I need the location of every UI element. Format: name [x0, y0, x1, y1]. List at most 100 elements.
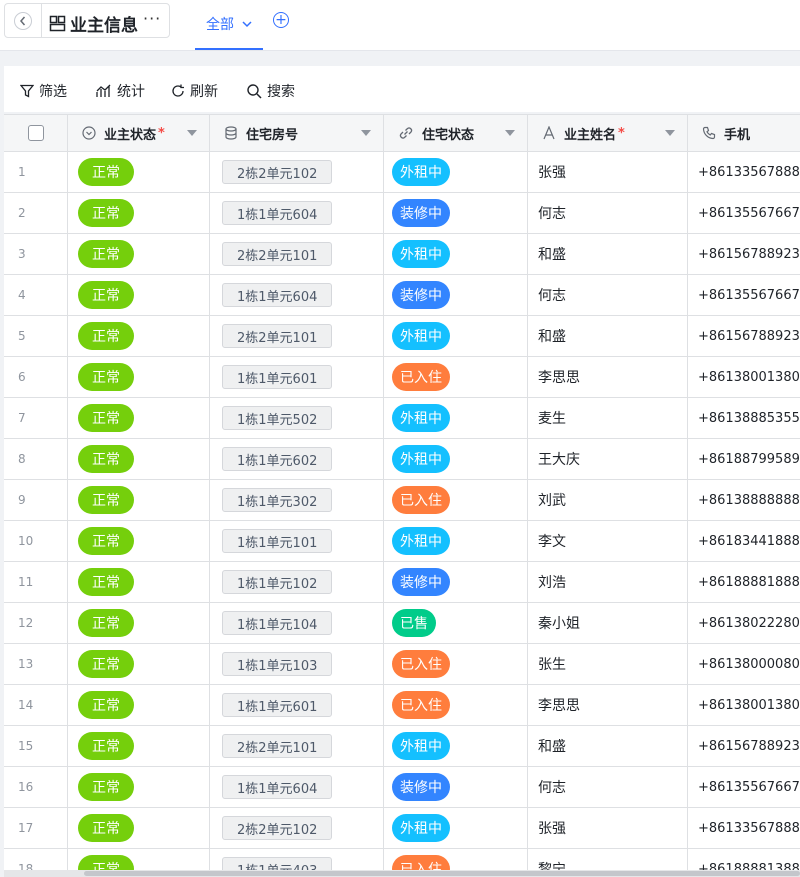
owner-name-cell[interactable]: 何志 — [528, 193, 688, 233]
house-status-cell[interactable]: 装修中 — [384, 562, 528, 602]
house-status-cell[interactable]: 外租中 — [384, 316, 528, 356]
house-status-cell[interactable]: 装修中 — [384, 767, 528, 807]
back-button[interactable] — [5, 4, 42, 37]
table-row[interactable]: 6 正常 1栋1单元601 已入住 李思思 +8613800138000 — [4, 357, 800, 398]
owner-name-cell[interactable]: 刘浩 — [528, 562, 688, 602]
house-status-cell[interactable]: 已入住 — [384, 685, 528, 725]
phone-cell[interactable]: +8618344188888 — [688, 521, 800, 561]
room-number-cell[interactable]: 1栋1单元101 — [210, 521, 384, 561]
column-header[interactable]: 手机 — [688, 115, 800, 151]
table-row[interactable]: 3 正常 2栋2单元101 外租中 和盛 +8615678892351 — [4, 234, 800, 275]
caret-down-icon[interactable] — [505, 130, 515, 136]
owner-name-cell[interactable]: 张强 — [528, 808, 688, 848]
room-number-cell[interactable]: 1栋1单元102 — [210, 562, 384, 602]
table-row[interactable]: 15 正常 2栋2单元101 外租中 和盛 +8615678892351 — [4, 726, 800, 767]
owner-name-cell[interactable]: 和盛 — [528, 316, 688, 356]
owner-name-cell[interactable]: 李文 — [528, 521, 688, 561]
house-status-cell[interactable]: 外租中 — [384, 808, 528, 848]
caret-down-icon[interactable] — [665, 130, 675, 136]
owner-status-cell[interactable]: 正常 — [68, 152, 210, 192]
room-number-cell[interactable]: 2栋2单元102 — [210, 152, 384, 192]
stats-button[interactable]: 统计 — [96, 81, 145, 101]
table-row[interactable]: 2 正常 1栋1单元604 装修中 何志 +8613556766777 — [4, 193, 800, 234]
room-number-cell[interactable]: 1栋1单元103 — [210, 644, 384, 684]
owner-status-cell[interactable]: 正常 — [68, 275, 210, 315]
column-header[interactable]: 业主姓名 * — [528, 115, 688, 151]
table-row[interactable]: 9 正常 1栋1单元302 已入住 刘武 +8613888888888 — [4, 480, 800, 521]
room-number-cell[interactable]: 2栋2单元101 — [210, 726, 384, 766]
column-header[interactable]: 住宅状态 — [384, 115, 528, 151]
owner-name-cell[interactable]: 何志 — [528, 275, 688, 315]
owner-name-cell[interactable]: 和盛 — [528, 726, 688, 766]
house-status-cell[interactable]: 外租中 — [384, 234, 528, 274]
owner-name-cell[interactable]: 麦生 — [528, 398, 688, 438]
table-row[interactable]: 17 正常 2栋2单元102 外租中 张强 +8613356788899 — [4, 808, 800, 849]
house-status-cell[interactable]: 外租中 — [384, 152, 528, 192]
phone-cell[interactable]: +8613888535552 — [688, 398, 800, 438]
room-number-cell[interactable]: 1栋1单元502 — [210, 398, 384, 438]
house-status-cell[interactable]: 已入住 — [384, 480, 528, 520]
phone-cell[interactable]: +8613556766777 — [688, 275, 800, 315]
phone-cell[interactable]: +8613800008000 — [688, 644, 800, 684]
phone-cell[interactable]: +8618879958960 — [688, 439, 800, 479]
owner-name-cell[interactable]: 秦小姐 — [528, 603, 688, 643]
phone-cell[interactable]: +8613800138000 — [688, 357, 800, 397]
add-view-button[interactable]: + — [273, 12, 289, 28]
caret-down-icon[interactable] — [361, 130, 371, 136]
phone-cell[interactable]: +8613556766777 — [688, 767, 800, 807]
search-button[interactable]: 搜索 — [247, 81, 295, 101]
table-row[interactable]: 13 正常 1栋1单元103 已入住 张生 +8613800008000 — [4, 644, 800, 685]
table-row[interactable]: 10 正常 1栋1单元101 外租中 李文 +8618344188888 — [4, 521, 800, 562]
owner-name-cell[interactable]: 张强 — [528, 152, 688, 192]
table-row[interactable]: 12 正常 1栋1单元104 已售 秦小姐 +8613802228000 — [4, 603, 800, 644]
house-status-cell[interactable]: 已入住 — [384, 357, 528, 397]
refresh-button[interactable]: 刷新 — [171, 81, 218, 101]
owner-name-cell[interactable]: 李思思 — [528, 685, 688, 725]
table-row[interactable]: 11 正常 1栋1单元102 装修中 刘浩 +8618888188888 — [4, 562, 800, 603]
owner-status-cell[interactable]: 正常 — [68, 439, 210, 479]
scrollbar-thumb[interactable] — [84, 871, 800, 876]
house-status-cell[interactable]: 装修中 — [384, 275, 528, 315]
column-header[interactable]: 住宅房号 — [210, 115, 384, 151]
house-status-cell[interactable]: 已入住 — [384, 644, 528, 684]
owner-status-cell[interactable]: 正常 — [68, 808, 210, 848]
owner-status-cell[interactable]: 正常 — [68, 726, 210, 766]
phone-cell[interactable]: +8613802228000 — [688, 603, 800, 643]
column-header[interactable]: 业主状态 * — [68, 115, 210, 151]
owner-status-cell[interactable]: 正常 — [68, 480, 210, 520]
owner-status-cell[interactable]: 正常 — [68, 234, 210, 274]
owner-name-cell[interactable]: 和盛 — [528, 234, 688, 274]
table-row[interactable]: 4 正常 1栋1单元604 装修中 何志 +8613556766777 — [4, 275, 800, 316]
house-status-cell[interactable]: 外租中 — [384, 439, 528, 479]
owner-status-cell[interactable]: 正常 — [68, 521, 210, 561]
owner-name-cell[interactable]: 王大庆 — [528, 439, 688, 479]
room-number-cell[interactable]: 1栋1单元604 — [210, 193, 384, 233]
phone-cell[interactable]: +8613556766777 — [688, 193, 800, 233]
house-status-cell[interactable]: 外租中 — [384, 398, 528, 438]
owner-status-cell[interactable]: 正常 — [68, 562, 210, 602]
house-status-cell[interactable]: 外租中 — [384, 521, 528, 561]
phone-cell[interactable]: +8613800138000 — [688, 685, 800, 725]
house-status-cell[interactable]: 外租中 — [384, 726, 528, 766]
table-row[interactable]: 5 正常 2栋2单元101 外租中 和盛 +8615678892351 — [4, 316, 800, 357]
room-number-cell[interactable]: 1栋1单元604 — [210, 767, 384, 807]
phone-cell[interactable]: +8615678892351 — [688, 726, 800, 766]
filter-button[interactable]: 筛选 — [20, 81, 67, 101]
select-all-checkbox[interactable] — [27, 125, 44, 141]
table-row[interactable]: 14 正常 1栋1单元601 已入住 李思思 +8613800138000 — [4, 685, 800, 726]
room-number-cell[interactable]: 1栋1单元602 — [210, 439, 384, 479]
table-row[interactable]: 1 正常 2栋2单元102 外租中 张强 +8613356788899 — [4, 152, 800, 193]
phone-cell[interactable]: +8613356788899 — [688, 808, 800, 848]
owner-status-cell[interactable]: 正常 — [68, 193, 210, 233]
tab-all[interactable]: 全部 — [195, 0, 263, 50]
room-number-cell[interactable]: 1栋1单元601 — [210, 357, 384, 397]
owner-status-cell[interactable]: 正常 — [68, 357, 210, 397]
table-row[interactable]: 8 正常 1栋1单元602 外租中 王大庆 +8618879958960 — [4, 439, 800, 480]
table-row[interactable]: 7 正常 1栋1单元502 外租中 麦生 +8613888535552 — [4, 398, 800, 439]
room-number-cell[interactable]: 2栋2单元102 — [210, 808, 384, 848]
phone-cell[interactable]: +8615678892351 — [688, 234, 800, 274]
owner-status-cell[interactable]: 正常 — [68, 603, 210, 643]
owner-name-cell[interactable]: 李思思 — [528, 357, 688, 397]
owner-status-cell[interactable]: 正常 — [68, 398, 210, 438]
table-row[interactable]: 16 正常 1栋1单元604 装修中 何志 +8613556766777 — [4, 767, 800, 808]
